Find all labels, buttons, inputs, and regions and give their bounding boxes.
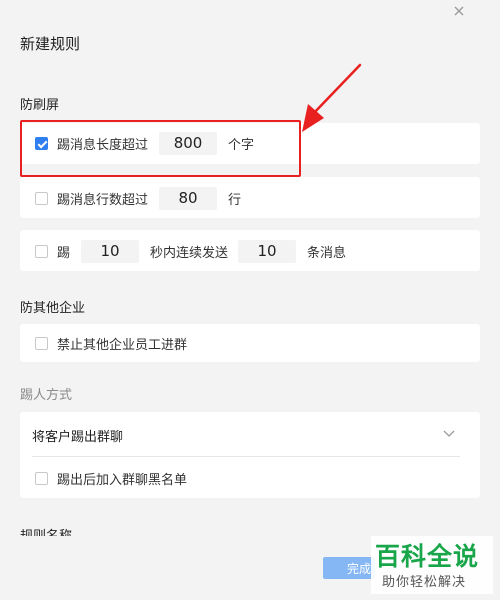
watermark-title: 百科全说 — [375, 542, 480, 571]
block-other-company-row: 禁止其他企业员工进群 — [20, 331, 480, 355]
block-other-company-checkbox[interactable] — [35, 336, 48, 350]
burst-rule-count-input[interactable] — [238, 239, 297, 263]
lines-rule-row: 踢消息行数超过 行 — [20, 186, 480, 210]
confirm-button[interactable]: 完成 — [323, 557, 375, 579]
watermark: 百科全说 助你轻松解决 — [371, 536, 493, 594]
lines-rule-input[interactable] — [159, 186, 218, 210]
burst-rule-seconds-input[interactable] — [81, 239, 140, 263]
burst-rule-suffix: 条消息 — [307, 245, 347, 261]
kick-method-card: 将客户踢出群聊 踢出后加入群聊黑名单 — [20, 412, 480, 498]
block-other-company-label: 禁止其他企业员工进群 — [57, 337, 188, 353]
other-company-card: 禁止其他企业员工进群 — [20, 324, 480, 362]
burst-rule-checkbox[interactable] — [35, 244, 48, 258]
blacklist-row: 踢出后加入群聊黑名单 — [20, 466, 480, 490]
chevron-down-icon[interactable] — [442, 426, 456, 440]
section-title-kick-method: 踢人方式 — [20, 388, 73, 403]
blacklist-label: 踢出后加入群聊黑名单 — [57, 472, 188, 488]
arrow-annotation-icon — [302, 63, 362, 132]
lines-rule-checkbox[interactable] — [35, 191, 48, 205]
section-title-other-company: 防其他企业 — [20, 301, 86, 316]
divider — [32, 456, 460, 457]
dialog-title: 新建规则 — [20, 35, 81, 53]
burst-rule-card: 踢 秒内连续发送 条消息 — [20, 230, 480, 271]
kick-method-select[interactable]: 将客户踢出群聊 — [20, 423, 480, 447]
section-title-rule-name: 规则名称 — [20, 528, 72, 536]
length-rule-row: 踢消息长度超过 个字 — [20, 131, 480, 155]
length-rule-suffix: 个字 — [228, 137, 255, 153]
kick-method-selected-value: 将客户踢出群聊 — [32, 429, 124, 445]
watermark-subtitle: 助你轻松解决 — [382, 575, 467, 590]
close-icon[interactable] — [451, 3, 467, 19]
burst-rule-prefix: 踢 — [57, 245, 71, 261]
length-rule-card: 踢消息长度超过 个字 — [20, 123, 480, 164]
length-rule-checkbox[interactable] — [35, 136, 48, 150]
lines-rule-suffix: 行 — [228, 192, 242, 208]
burst-rule-middle: 秒内连续发送 — [150, 245, 229, 261]
burst-rule-row: 踢 秒内连续发送 条消息 — [20, 239, 480, 263]
blacklist-checkbox[interactable] — [35, 471, 48, 485]
section-title-anti-spam: 防刷屏 — [20, 98, 60, 113]
length-rule-prefix: 踢消息长度超过 — [57, 137, 149, 153]
lines-rule-card: 踢消息行数超过 行 — [20, 177, 480, 218]
length-rule-input[interactable] — [159, 131, 218, 155]
lines-rule-prefix: 踢消息行数超过 — [57, 192, 149, 208]
